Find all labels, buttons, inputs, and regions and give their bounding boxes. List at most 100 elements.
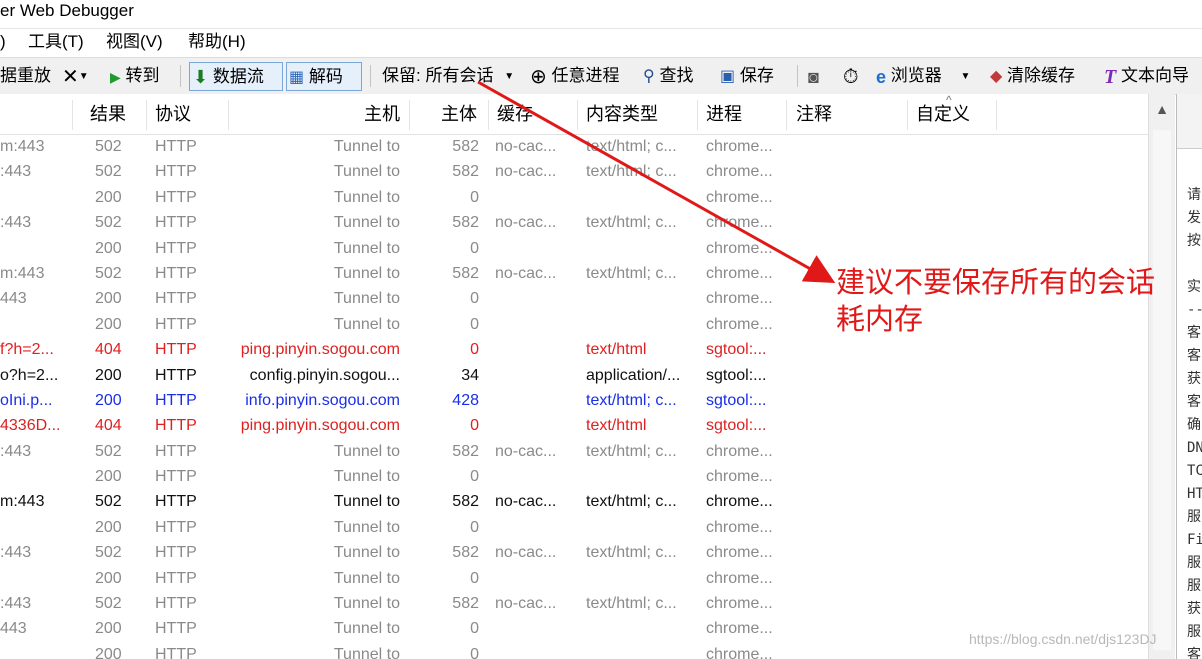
- cell-protocol: HTTP: [155, 544, 197, 562]
- cell-protocol: HTTP: [155, 188, 197, 206]
- column-header-custom[interactable]: 自定义: [916, 94, 970, 134]
- table-row[interactable]: :443 502 HTTP Tunnel to 582 no-cac... text/htm…: [0, 591, 1174, 616]
- cell-result: 200: [95, 518, 122, 536]
- menu-bar: ) 工具(T) 视图(V) 帮助(H): [0, 28, 1202, 55]
- keep-sessions-dropdown[interactable]: 保留: 所有会话 ▼: [382, 58, 514, 94]
- inspector-line: 获: [1187, 601, 1201, 617]
- inspector-line: --: [1187, 302, 1202, 318]
- cell-caching: no-cac...: [495, 493, 557, 511]
- stream-button[interactable]: ⬇ 数据流: [189, 62, 283, 91]
- column-header-result[interactable]: 结果: [90, 94, 126, 134]
- cell-result: 502: [95, 264, 122, 282]
- cell-url: f?h=2...: [0, 341, 54, 359]
- table-row[interactable]: 200 HTTP Tunnel to 0 chrome...: [0, 515, 1174, 540]
- inspector-line: 客: [1187, 647, 1201, 659]
- table-row[interactable]: 4336D... 404 HTTP ping.pinyin.sogou.com 0 tex…: [0, 413, 1174, 438]
- remove-button[interactable]: ✕▼: [62, 58, 89, 94]
- stream-label: 数据流: [212, 67, 264, 86]
- session-list-header: 结果 协议 主机 主体 缓存 内容类型 进程 注释 自定义 ^: [0, 94, 1174, 135]
- browser-label: 浏览器: [890, 66, 942, 85]
- table-row[interactable]: m:443 502 HTTP Tunnel to 582 no-cac... text/ht…: [0, 134, 1174, 159]
- inspector-tab[interactable]: [1177, 94, 1202, 149]
- window-title: er Web Debugger: [0, 0, 1202, 24]
- cell-result: 200: [95, 366, 122, 384]
- browser-button[interactable]: e 浏览器 ▼: [876, 58, 970, 94]
- menu-item-tools[interactable]: 工具(T): [28, 29, 84, 55]
- cell-result: 200: [95, 391, 122, 409]
- inspector-line: HT: [1187, 486, 1202, 502]
- dropdown-arrow-icon: ▼: [78, 70, 89, 82]
- cell-protocol: HTTP: [155, 417, 197, 435]
- table-row[interactable]: oIni.p... 200 HTTP info.pinyin.sogou.com 428…: [0, 388, 1174, 413]
- cell-protocol: HTTP: [155, 442, 197, 460]
- cell-content-type: text/html: [586, 417, 647, 435]
- column-header-caching[interactable]: 缓存: [497, 94, 533, 134]
- cell-content-type: text/html; c...: [586, 391, 677, 409]
- cell-host: Tunnel to: [333, 468, 400, 486]
- text-wizard-button[interactable]: T 文本向导: [1104, 58, 1189, 94]
- save-button[interactable]: ▣ 保存: [720, 58, 774, 94]
- table-row[interactable]: :443 502 HTTP Tunnel to 582 no-cac... text/htm…: [0, 439, 1174, 464]
- cell-result: 404: [95, 341, 122, 359]
- goto-button[interactable]: ▶ 转到: [110, 58, 160, 94]
- cell-caching: no-cac...: [495, 138, 557, 155]
- cell-result: 200: [95, 620, 122, 638]
- menu-item-help[interactable]: 帮助(H): [188, 29, 246, 55]
- cell-body: 582: [452, 544, 479, 562]
- table-row[interactable]: 200 HTTP Tunnel to 0 chrome...: [0, 566, 1174, 591]
- column-header-comments[interactable]: 注释: [796, 94, 832, 134]
- cell-process: sgtool:...: [706, 391, 767, 409]
- replay-button[interactable]: 据重放: [0, 58, 51, 94]
- cell-url: o?h=2...: [0, 366, 59, 384]
- table-row[interactable]: 200 HTTP Tunnel to 0 chrome...: [0, 236, 1174, 261]
- table-row[interactable]: :443 502 HTTP Tunnel to 582 no-cac... text/htm…: [0, 210, 1174, 235]
- find-button[interactable]: ⚲ 查找: [643, 58, 693, 94]
- cell-body: 0: [470, 518, 479, 536]
- column-header-content-type[interactable]: 内容类型: [586, 94, 658, 134]
- cell-host: Tunnel to: [333, 290, 400, 308]
- cell-result: 200: [95, 239, 122, 257]
- cell-result: 502: [95, 163, 122, 181]
- table-row[interactable]: :443 502 HTTP Tunnel to 582 no-cac... text/htm…: [0, 540, 1174, 565]
- any-process-button[interactable]: ⊕ 任意进程: [530, 58, 620, 94]
- clear-cache-button[interactable]: ◆ 清除缓存: [990, 58, 1075, 94]
- cell-host: Tunnel to: [333, 264, 400, 282]
- column-header-protocol[interactable]: 协议: [155, 94, 191, 134]
- decode-button[interactable]: ▦ 解码: [286, 62, 362, 91]
- inspector-text: 请发按实--客客获客确DNTCHT服Fi服服获服客: [1187, 184, 1202, 659]
- play-icon: ▶: [110, 68, 121, 85]
- table-row[interactable]: o?h=2... 200 HTTP config.pinyin.sogou... 34 a…: [0, 363, 1174, 388]
- cell-process: chrome...: [706, 468, 773, 486]
- save-label: 保存: [739, 66, 774, 85]
- vertical-scrollbar[interactable]: ▲: [1148, 94, 1175, 659]
- save-icon: ▣: [720, 67, 736, 85]
- menu-item-view[interactable]: 视图(V): [106, 29, 163, 55]
- cell-body: 428: [452, 391, 479, 409]
- table-row[interactable]: 200 HTTP Tunnel to 0 chrome...: [0, 185, 1174, 210]
- table-row[interactable]: 200 HTTP Tunnel to 0 chrome...: [0, 464, 1174, 489]
- table-row[interactable]: :443 502 HTTP Tunnel to 582 no-cac... text/htm…: [0, 159, 1174, 184]
- column-header-body[interactable]: 主体: [441, 94, 477, 134]
- menu-item-partial[interactable]: ): [0, 29, 6, 55]
- timer-button[interactable]: ⏱: [843, 58, 859, 94]
- column-header-process[interactable]: 进程: [706, 94, 742, 134]
- column-header-host[interactable]: 主机: [364, 94, 400, 134]
- cell-process: chrome...: [706, 442, 773, 460]
- inspector-line: 发: [1187, 210, 1201, 226]
- annotation-text: 建议不要保存所有的会话 耗内存: [836, 264, 1155, 338]
- stopwatch-icon: ⏱: [843, 65, 859, 88]
- chevron-down-icon: ▼: [960, 70, 971, 82]
- session-list[interactable]: 结果 协议 主机 主体 缓存 内容类型 进程 注释 自定义 ^ m:443 502…: [0, 94, 1174, 659]
- cell-host: Tunnel to: [333, 620, 400, 638]
- cell-body: 582: [452, 214, 479, 232]
- scroll-up-icon[interactable]: ▲: [1149, 94, 1175, 124]
- cell-url: 443: [0, 290, 27, 308]
- cell-process: sgtool:...: [706, 366, 767, 384]
- scrollbar-track[interactable]: [1153, 130, 1171, 650]
- cell-caching: no-cac...: [495, 595, 557, 613]
- table-row[interactable]: m:443 502 HTTP Tunnel to 582 no-cac... text/ht…: [0, 489, 1174, 514]
- screenshot-button[interactable]: ◙: [808, 58, 819, 94]
- cell-body: 0: [470, 620, 479, 638]
- inspector-line: DN: [1187, 440, 1202, 456]
- table-row[interactable]: f?h=2... 404 HTTP ping.pinyin.sogou.com 0 tex…: [0, 337, 1174, 362]
